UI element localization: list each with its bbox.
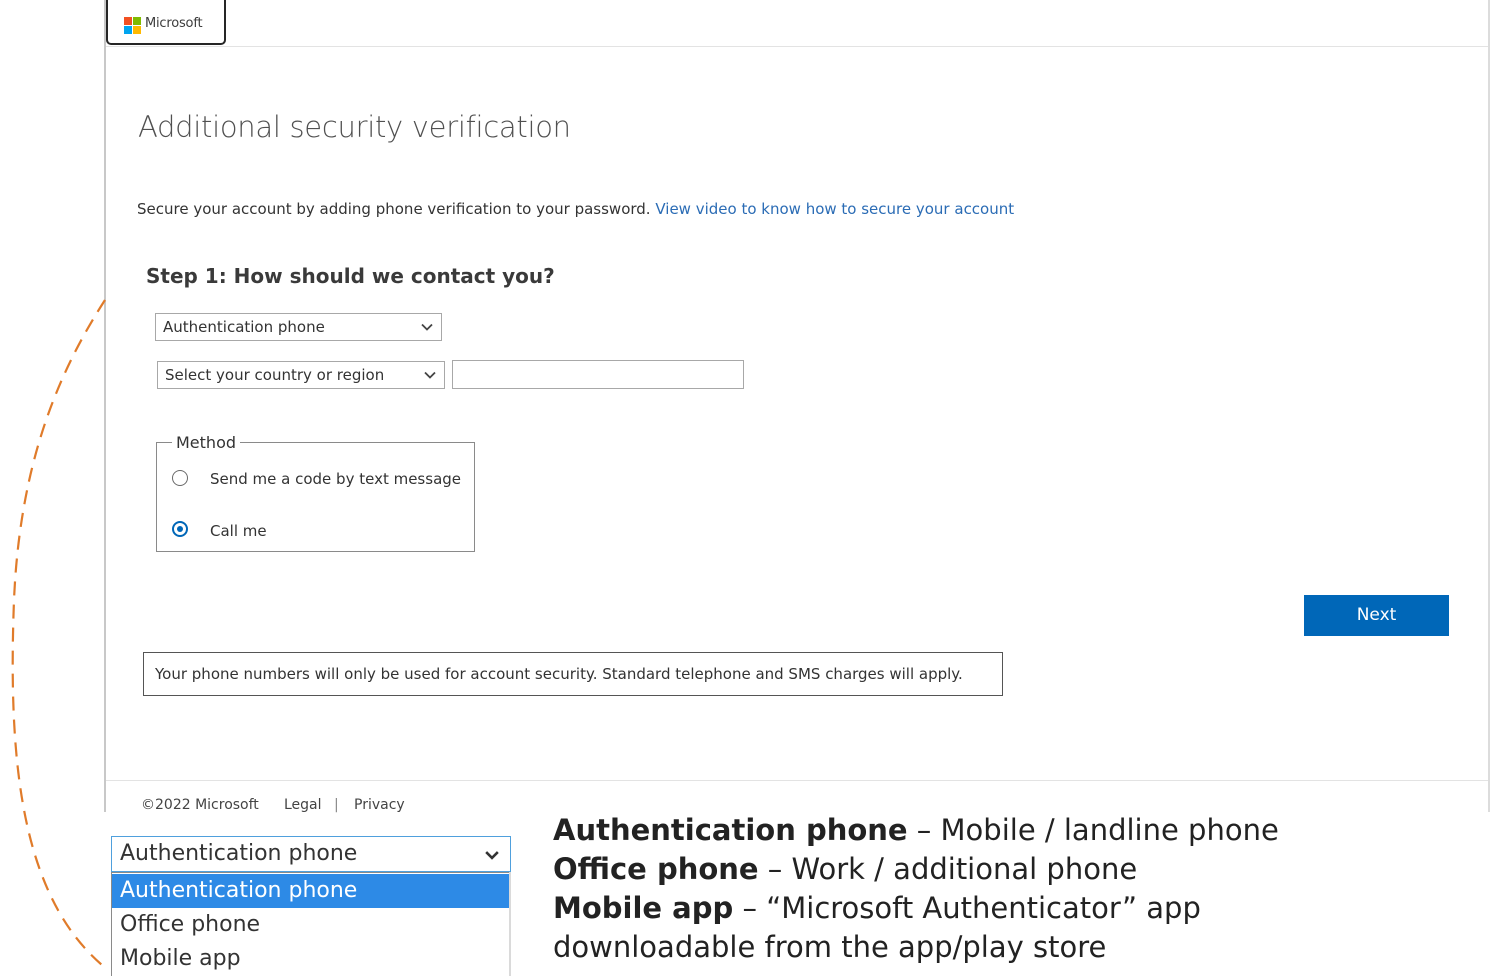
text-message-radio[interactable] [172, 470, 188, 486]
contact-method-value: Authentication phone [163, 318, 325, 336]
explanation-mobile-app: Mobile app – “Microsoft Authenticator” a… [553, 891, 1201, 925]
phone-number-input[interactable] [452, 360, 744, 389]
footer-legal-link[interactable]: Legal [284, 797, 322, 813]
phone-usage-notice: Your phone numbers will only be used for… [143, 652, 1003, 696]
method-option-call[interactable]: Call me [172, 521, 472, 541]
explanation-office-phone: Office phone – Work / additional phone [553, 852, 1137, 886]
explanation-term: Office phone [553, 852, 759, 886]
contact-method-select[interactable]: Authentication phone [155, 313, 442, 341]
footer-privacy-link[interactable]: Privacy [354, 797, 405, 813]
contact-method-select-zoomed[interactable]: Authentication phone [111, 836, 511, 872]
explanation-desc: – “Microsoft Authenticator” app [733, 891, 1201, 925]
help-video-link[interactable]: View video to know how to secure your ac… [655, 200, 1014, 218]
explanation-desc: – Mobile / landline phone [907, 813, 1279, 847]
zoomed-select-value: Authentication phone [120, 841, 358, 866]
explanation-authentication-phone: Authentication phone – Mobile / landline… [553, 813, 1279, 847]
call-me-radio[interactable] [172, 521, 188, 537]
explanation-mobile-app-continued: downloadable from the app/play store [553, 930, 1106, 964]
step-heading: Step 1: How should we contact you? [146, 264, 555, 288]
explanation-desc: downloadable from the app/play store [553, 930, 1107, 964]
footer-separator: | [334, 797, 339, 813]
explanation-term: Mobile app [553, 891, 734, 925]
intro-text: Secure your account by adding phone veri… [137, 200, 1014, 218]
chevron-down-icon [424, 371, 436, 379]
country-region-select[interactable]: Select your country or region [157, 361, 445, 389]
next-button[interactable]: Next [1304, 595, 1449, 636]
microsoft-logo-icon [124, 17, 141, 34]
dropdown-option-mobile-app[interactable]: Mobile app [112, 942, 510, 976]
chevron-down-icon [421, 323, 433, 331]
panel-right-border [1488, 0, 1490, 812]
dropdown-scrollbar[interactable] [509, 872, 511, 976]
header-divider [106, 46, 1488, 47]
intro-sentence: Secure your account by adding phone veri… [137, 200, 651, 218]
country-region-value: Select your country or region [165, 366, 385, 384]
explanation-term: Authentication phone [553, 813, 908, 847]
footer-copyright: ©2022 Microsoft [141, 797, 259, 813]
panel-left-border [104, 0, 106, 812]
dropdown-options-list: Authentication phone Office phone Mobile… [111, 872, 511, 976]
dropdown-option-office-phone[interactable]: Office phone [112, 908, 510, 942]
method-legend: Method [172, 433, 241, 452]
call-me-label: Call me [210, 522, 267, 540]
dropdown-option-authentication-phone[interactable]: Authentication phone [112, 874, 510, 908]
text-message-label: Send me a code by text message [210, 470, 462, 488]
method-option-text[interactable]: Send me a code by text message [172, 470, 472, 490]
page-title: Additional security verification [138, 110, 571, 144]
chevron-down-icon [485, 851, 499, 860]
logo-wordmark: Microsoft [145, 16, 203, 31]
explanation-desc: – Work / additional phone [758, 852, 1138, 886]
footer-divider [106, 780, 1488, 781]
